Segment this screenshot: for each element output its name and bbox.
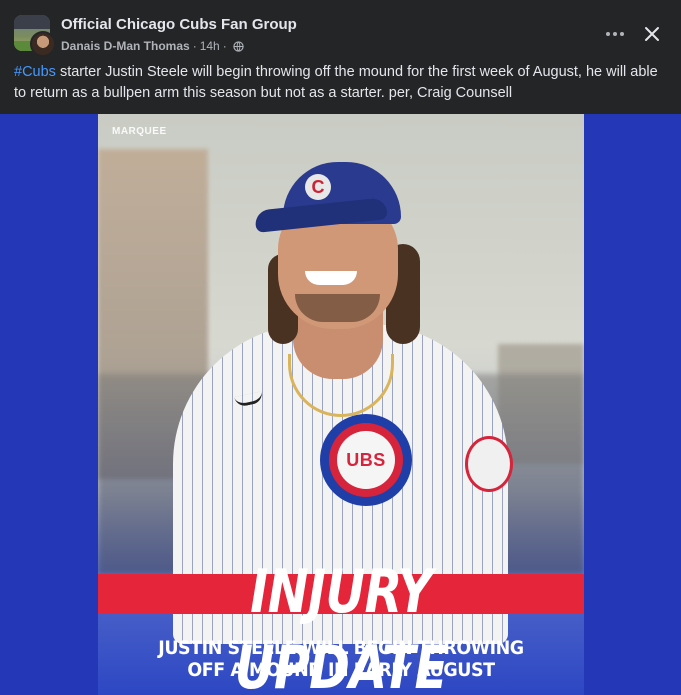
meta-separator-2: · bbox=[222, 39, 227, 53]
post-timestamp[interactable]: 14h bbox=[200, 39, 220, 53]
close-icon[interactable] bbox=[640, 22, 664, 46]
marquee-brand-logo: MARQUEE bbox=[112, 126, 167, 137]
subhead-line-1: JUSTIN STEELE WILL BEGIN THROWING bbox=[158, 637, 524, 659]
hashtag-link[interactable]: #Cubs bbox=[14, 64, 56, 80]
graphic-subhead: JUSTIN STEELE WILL BEGIN THROWING OFF A … bbox=[117, 637, 564, 681]
post-header: Official Chicago Cubs Fan Group Danais D… bbox=[0, 0, 681, 60]
facebook-post: Official Chicago Cubs Fan Group Danais D… bbox=[0, 0, 681, 695]
cap-logo: C bbox=[305, 174, 331, 200]
avatar-stands bbox=[14, 15, 50, 29]
post-meta: Danais D-Man Thomas · 14h · bbox=[61, 38, 244, 54]
globe-icon bbox=[233, 40, 244, 52]
cubs-logo-text: UBS bbox=[337, 431, 395, 489]
meta-separator: · bbox=[192, 39, 197, 53]
author-name-link[interactable]: Danais D-Man Thomas bbox=[61, 39, 190, 53]
cubs-logo-ring: UBS bbox=[329, 423, 403, 497]
group-name-link[interactable]: Official Chicago Cubs Fan Group bbox=[61, 16, 297, 33]
subhead-line-2: OFF A MOUND IN EARLY AUGUST bbox=[187, 659, 495, 681]
post-media[interactable]: C UBS MARQUEE INJURY UPDATE JUSTIN STEEL… bbox=[0, 114, 681, 695]
cubs-logo: UBS bbox=[320, 414, 412, 506]
injury-update-graphic[interactable]: C UBS MARQUEE INJURY UPDATE JUSTIN STEEL… bbox=[98, 114, 584, 695]
author-avatar[interactable] bbox=[30, 31, 56, 57]
player-smile bbox=[305, 271, 357, 285]
post-body-text: starter Justin Steele will begin throwin… bbox=[14, 64, 658, 101]
more-options-icon[interactable] bbox=[603, 22, 627, 46]
post-text: #Cubs starter Justin Steele will begin t… bbox=[14, 62, 669, 104]
sleeve-patch bbox=[465, 436, 513, 492]
